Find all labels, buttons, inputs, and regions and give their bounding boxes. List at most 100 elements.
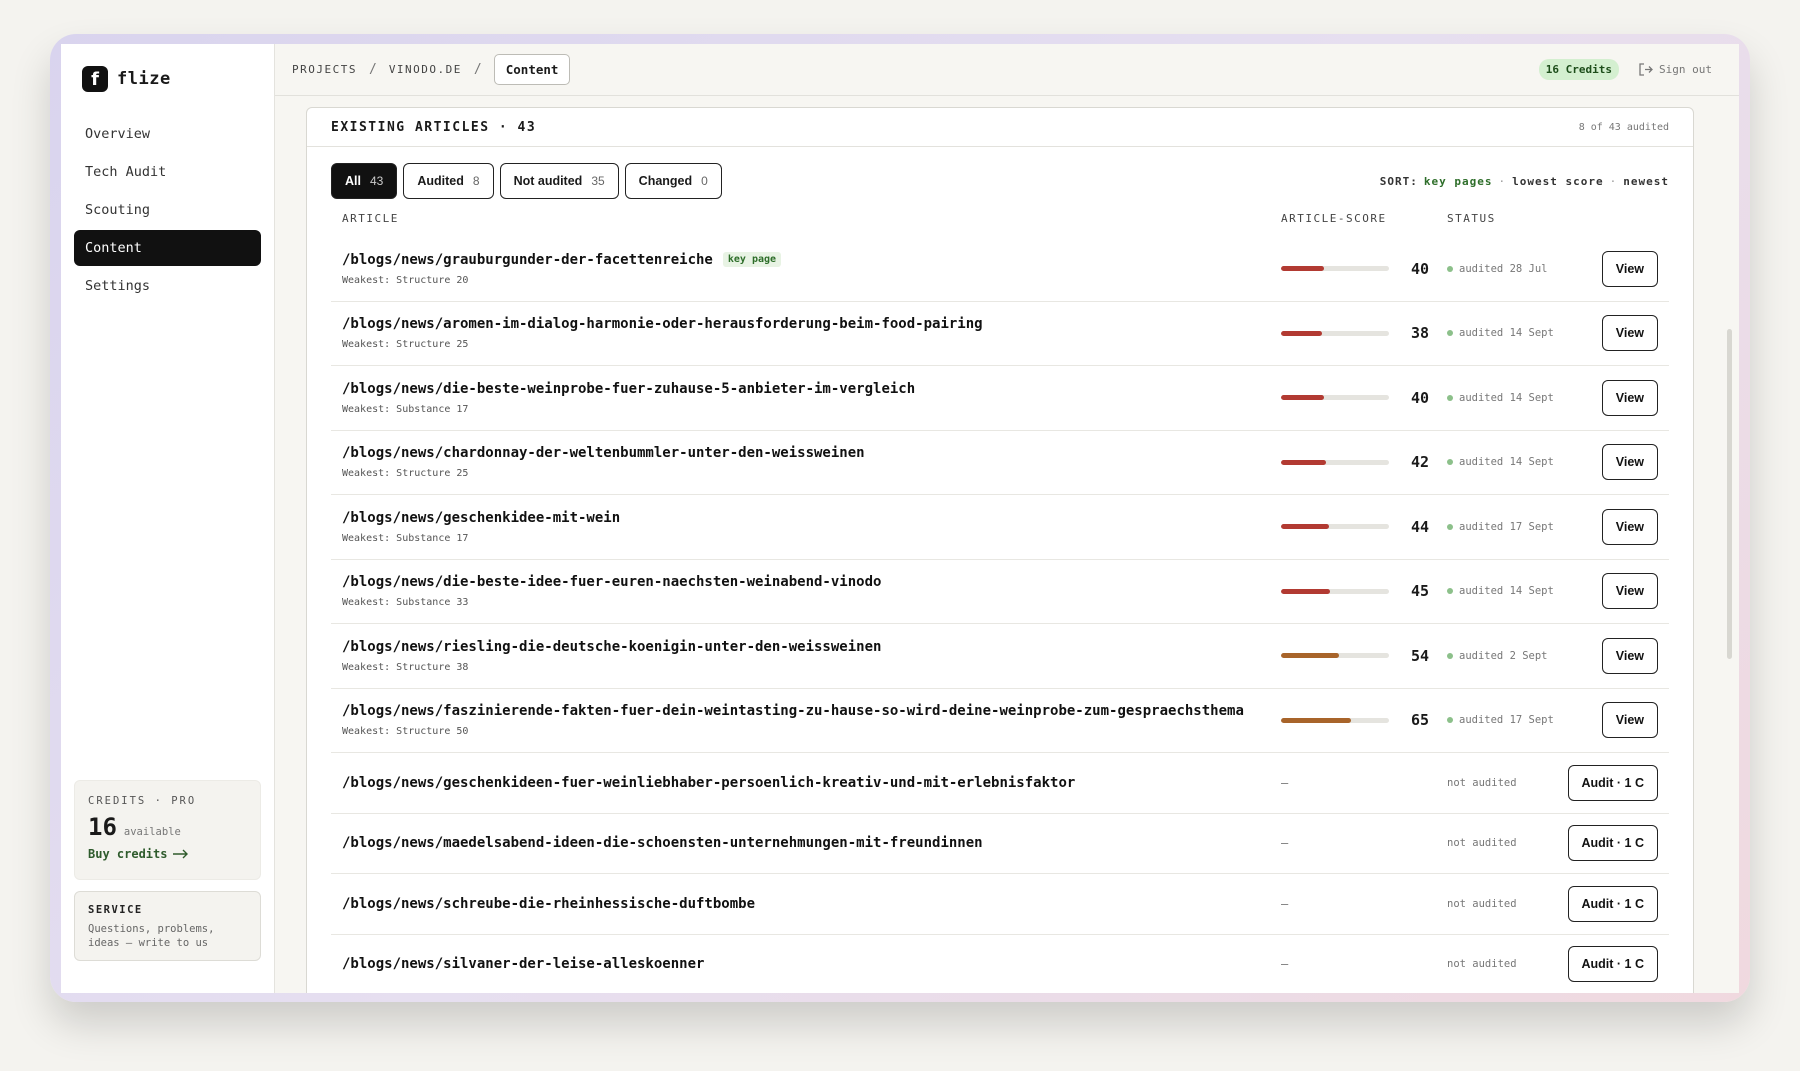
buy-credits-label: Buy credits xyxy=(88,847,168,861)
view-button[interactable]: View xyxy=(1601,702,1658,739)
article-path-text: /blogs/news/aromen-im-dialog-harmonie-od… xyxy=(342,316,983,333)
article-path[interactable]: /blogs/news/silvaner-der-leise-alleskoen… xyxy=(342,956,1281,972)
column-article: ARTICLE xyxy=(342,211,399,225)
breadcrumb-projects[interactable]: PROJECTS xyxy=(292,63,357,76)
status-text: audited 28 Jul xyxy=(1459,262,1548,275)
view-button[interactable]: View xyxy=(1601,637,1658,674)
article-path[interactable]: /blogs/news/die-beste-idee-fuer-euren-na… xyxy=(342,574,1281,590)
audit-button[interactable]: Audit · 1 C xyxy=(1567,946,1658,983)
article-table: /blogs/news/grauburgunder-der-facettenre… xyxy=(307,237,1693,993)
score-value: 44 xyxy=(1410,517,1429,536)
article-path[interactable]: /blogs/news/faszinierende-fakten-fuer-de… xyxy=(342,703,1281,719)
view-button[interactable]: View xyxy=(1601,379,1658,416)
article-cell: /blogs/news/geschenkidee-mit-wein Weakest… xyxy=(342,510,1281,544)
score-bar xyxy=(1281,524,1389,530)
sort-separator: · xyxy=(1498,174,1507,188)
score-bar xyxy=(1281,395,1389,401)
score-cell: 45 xyxy=(1281,582,1447,600)
table-row: /blogs/news/aromen-im-dialog-harmonie-od… xyxy=(331,302,1669,366)
article-path-text: /blogs/news/schreube-die-rheinhessische-… xyxy=(342,895,756,912)
article-path-text: /blogs/news/grauburgunder-der-facettenre… xyxy=(342,251,713,268)
status-text: not audited xyxy=(1447,776,1517,789)
weakest-label: Weakest: Structure 20 xyxy=(342,274,469,286)
breadcrumb-current[interactable]: Content xyxy=(493,54,571,85)
score-bar-fill xyxy=(1281,588,1330,594)
sidebar-item-scouting[interactable]: Scouting xyxy=(74,192,261,228)
score-bar-fill xyxy=(1281,524,1329,530)
article-path[interactable]: /blogs/news/grauburgunder-der-facettenre… xyxy=(342,252,1281,268)
view-button[interactable]: View xyxy=(1601,508,1658,545)
article-path[interactable]: /blogs/news/schreube-die-rheinhessische-… xyxy=(342,896,1281,912)
view-button[interactable]: View xyxy=(1601,250,1658,287)
articles-card: EXISTING ARTICLES · 43 8 of 43 audited A… xyxy=(306,107,1694,993)
audit-button[interactable]: Audit · 1 C xyxy=(1567,825,1658,862)
article-path[interactable]: /blogs/news/maedelsabend-ideen-die-schoe… xyxy=(342,835,1281,851)
article-cell: /blogs/news/die-beste-idee-fuer-euren-na… xyxy=(342,574,1281,608)
audit-button[interactable]: Audit · 1 C xyxy=(1567,885,1658,922)
sort-lowest-score[interactable]: lowest score xyxy=(1512,175,1603,188)
article-cell: /blogs/news/maedelsabend-ideen-die-schoe… xyxy=(342,835,1281,851)
service-box[interactable]: SERVICE Questions, problems, ideas — wri… xyxy=(74,891,261,961)
sort-key-pages[interactable]: key pages xyxy=(1424,175,1493,188)
status-cell: audited 14 Sept xyxy=(1447,327,1602,339)
status-text: audited 14 Sept xyxy=(1459,327,1554,340)
weakest-label: Weakest: Structure 38 xyxy=(342,661,469,673)
sign-out-icon xyxy=(1639,63,1653,76)
status-cell: audited 28 Jul xyxy=(1447,263,1602,275)
sign-out-button[interactable]: Sign out xyxy=(1639,63,1712,76)
status-dot-icon xyxy=(1447,652,1453,659)
scrollbar[interactable] xyxy=(1727,329,1732,659)
article-path[interactable]: /blogs/news/riesling-die-deutsche-koenig… xyxy=(342,639,1281,655)
score-cell: 40 xyxy=(1281,260,1447,278)
filter-changed[interactable]: Changed 0 xyxy=(624,163,722,199)
article-path[interactable]: /blogs/news/chardonnay-der-weltenbummler… xyxy=(342,445,1281,461)
view-button[interactable]: View xyxy=(1601,315,1658,352)
breadcrumb-project[interactable]: VINODO.DE xyxy=(389,63,462,76)
credits-pill: 16 Credits xyxy=(1538,59,1620,80)
credits-value: 16 xyxy=(88,813,117,841)
sidebar-item-tech-audit[interactable]: Tech Audit xyxy=(74,154,261,190)
brand[interactable]: f flize xyxy=(74,66,261,92)
topbar: PROJECTS / VINODO.DE / Content 16 Credit… xyxy=(275,44,1739,96)
table-row: /blogs/news/maedelsabend-ideen-die-schoe… xyxy=(331,814,1669,874)
filter-all[interactable]: All 43 xyxy=(331,163,398,199)
service-label: SERVICE xyxy=(88,904,143,916)
article-path[interactable]: /blogs/news/aromen-im-dialog-harmonie-od… xyxy=(342,316,1281,332)
sign-out-label: Sign out xyxy=(1659,63,1712,76)
score-value: 40 xyxy=(1410,259,1429,278)
status-text: audited 14 Sept xyxy=(1459,391,1554,404)
view-button[interactable]: View xyxy=(1601,444,1658,481)
filter-not-audited[interactable]: Not audited 35 xyxy=(499,163,619,199)
status-text: audited 14 Sept xyxy=(1459,456,1554,469)
article-path-text: /blogs/news/silvaner-der-leise-alleskoen… xyxy=(342,956,705,973)
sort-options: SORT: key pages · lowest score · newest xyxy=(1380,175,1669,188)
article-path[interactable]: /blogs/news/geschenkidee-mit-wein xyxy=(342,510,1281,526)
table-row: /blogs/news/geschenkideen-fuer-weinliebh… xyxy=(331,753,1669,814)
table-row: /blogs/news/silvaner-der-leise-alleskoen… xyxy=(331,935,1669,994)
score-value: 40 xyxy=(1410,388,1429,407)
arrow-right-icon xyxy=(173,849,189,859)
score-cell: – xyxy=(1281,776,1447,790)
sidebar-item-content[interactable]: Content xyxy=(74,230,261,266)
sidebar-item-settings[interactable]: Settings xyxy=(74,268,261,304)
audit-button[interactable]: Audit · 1 C xyxy=(1567,764,1658,801)
buy-credits-link[interactable]: Buy credits xyxy=(88,847,247,861)
view-button[interactable]: View xyxy=(1601,573,1658,610)
sort-newest[interactable]: newest xyxy=(1623,175,1669,188)
table-header: ARTICLE ARTICLE-SCORE STATUS xyxy=(307,199,1693,237)
sidebar-item-overview[interactable]: Overview xyxy=(74,116,261,152)
article-cell: /blogs/news/faszinierende-fakten-fuer-de… xyxy=(342,703,1281,737)
article-cell: /blogs/news/geschenkideen-fuer-weinliebh… xyxy=(342,775,1281,791)
status-dot-icon xyxy=(1447,394,1453,401)
service-text: Questions, problems, ideas — write to us xyxy=(88,923,215,949)
credits-box: CREDITS · PRO 16 available Buy credits xyxy=(74,780,261,880)
article-path-text: /blogs/news/geschenkideen-fuer-weinliebh… xyxy=(342,774,1076,791)
key-page-badge: key page xyxy=(722,252,782,268)
score-value: 45 xyxy=(1410,582,1429,601)
status-cell: audited 2 Sept xyxy=(1447,650,1602,662)
article-path[interactable]: /blogs/news/geschenkideen-fuer-weinliebh… xyxy=(342,775,1281,791)
filter-audited[interactable]: Audited 8 xyxy=(403,163,494,199)
breadcrumb-separator: / xyxy=(368,62,377,77)
status-text: not audited xyxy=(1447,837,1517,850)
article-path[interactable]: /blogs/news/die-beste-weinprobe-fuer-zuh… xyxy=(342,381,1281,397)
